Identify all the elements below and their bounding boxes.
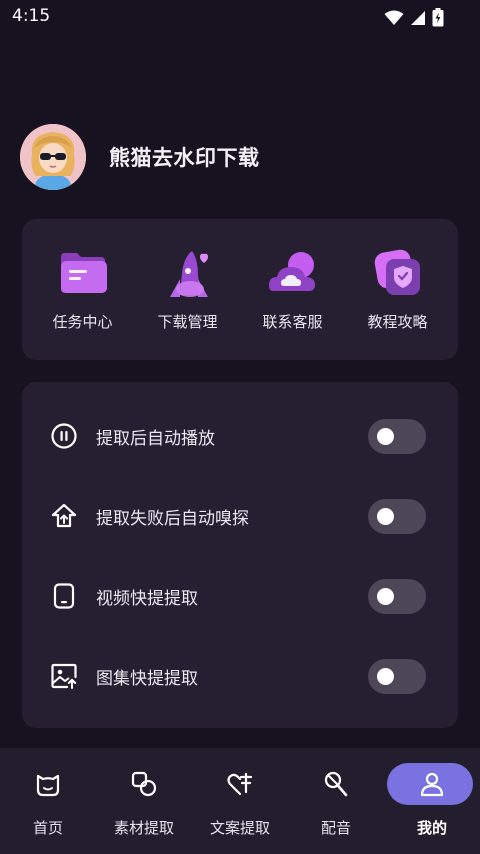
shield-icon [374, 249, 420, 295]
setting-label: 提取后自动播放 [96, 428, 215, 449]
shortcut-label: 教程攻略 [367, 313, 428, 331]
nav-label: 首页 [32, 819, 63, 837]
setting-label: 提取失败后自动嗅探 [96, 508, 249, 529]
nav-item-mine[interactable]: 我的 [384, 748, 480, 854]
image-upload-icon [51, 663, 77, 689]
pause-circle-icon [51, 423, 77, 449]
setting-row-gallery-quick: 图集快提提取 [22, 650, 458, 702]
bottom-nav: 首页 素材提取 文案提取 配音 我的 [0, 748, 480, 854]
toggle-knob [377, 587, 394, 605]
setting-row-video-quick: 视频快提提取 [22, 570, 458, 622]
shortcut-task-center[interactable]: 任务中心 [33, 245, 133, 332]
avatar-image [20, 124, 86, 190]
shortcut-card: 任务中心 下载管理 联系客服 教程攻略 [22, 219, 458, 360]
nav-label: 文案提取 [209, 819, 270, 837]
signal-icon [411, 10, 425, 25]
wifi-icon [384, 10, 404, 25]
user-icon [420, 772, 444, 797]
nav-item-home[interactable]: 首页 [0, 748, 96, 854]
folder-icon [60, 253, 107, 293]
toggle-knob [377, 427, 394, 445]
nav-label: 配音 [320, 819, 351, 837]
home-cat-icon [36, 774, 60, 797]
shortcut-tutorials[interactable]: 教程攻略 [348, 245, 448, 332]
video-quick-toggle[interactable] [368, 578, 426, 614]
setting-row-auto-play: 提取后自动播放 [22, 410, 458, 462]
status-bar: 4:15 [0, 0, 480, 34]
setting-label: 图集快提提取 [96, 668, 198, 689]
shortcut-label: 联系客服 [262, 313, 323, 331]
auto-sniff-toggle[interactable] [368, 498, 426, 534]
toggle-knob [377, 507, 394, 525]
avatar[interactable] [20, 124, 86, 190]
status-time: 4:15 [12, 6, 51, 26]
setting-label: 视频快提提取 [96, 588, 198, 609]
status-icons [384, 8, 444, 27]
auto-play-toggle[interactable] [368, 418, 426, 454]
nav-item-material-extract[interactable]: 素材提取 [96, 748, 192, 854]
shortcut-label: 下载管理 [157, 313, 218, 331]
microphone-icon [324, 771, 348, 797]
shortcut-label: 任务中心 [52, 313, 113, 331]
setting-row-auto-sniff: 提取失败后自动嗅探 [22, 490, 458, 542]
nav-label: 我的 [416, 819, 447, 837]
rocket-icon [169, 251, 208, 297]
profile-header[interactable]: 熊猫去水印下载 [20, 124, 260, 190]
shortcut-contact-support[interactable]: 联系客服 [243, 245, 343, 332]
settings-card: 提取后自动播放 提取失败后自动嗅探 视频快提提取 图集快提提取 [22, 382, 458, 728]
text-heart-icon [227, 772, 253, 796]
battery-icon [432, 8, 444, 27]
nav-item-dubbing[interactable]: 配音 [288, 748, 384, 854]
username: 熊猫去水印下载 [109, 146, 260, 170]
phone-icon [53, 583, 75, 609]
upload-home-icon [51, 503, 77, 528]
cloud-icon [268, 252, 315, 291]
shortcut-download-manager[interactable]: 下载管理 [138, 245, 238, 332]
nav-label: 素材提取 [113, 819, 174, 837]
toggle-knob [377, 667, 394, 685]
shapes-icon [131, 771, 157, 797]
gallery-quick-toggle[interactable] [368, 658, 426, 694]
nav-item-copy-extract[interactable]: 文案提取 [192, 748, 288, 854]
